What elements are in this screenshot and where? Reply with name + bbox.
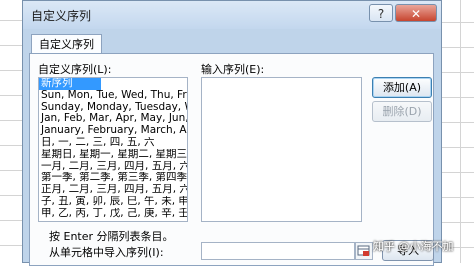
list-item[interactable]: Sunday, Monday, Tuesday, Wednesday [39,102,187,114]
import-range-label: 从单元格中导入序列(I): [49,246,164,259]
list-item[interactable]: Jan, Feb, Mar, Apr, May, Jun, Jul [39,113,187,125]
spreadsheet-left-strip [0,0,22,263]
tab-panel: 自定义序列(L): 新序列 Sun, Mon, Tue, Wed, Thu, F… [29,53,434,266]
add-button[interactable]: 添加(A) [372,77,432,98]
close-button[interactable]: ✕ [395,4,437,22]
list-item[interactable]: 新序列 [39,78,101,90]
help-button[interactable]: ? [369,4,393,22]
delete-button[interactable]: 删除(D) [372,101,432,122]
custom-lists-dialog: 自定义序列 ? ✕ 自定义序列 自定义序列(L): 新序列 Sun, Mon, … [22,0,442,266]
watermark-text: 知乎 @小海不加 [373,240,454,253]
list-item[interactable]: Sun, Mon, Tue, Wed, Thu, Fri, Sat [39,90,187,102]
list-entries-textarea[interactable] [201,77,362,222]
import-range-input[interactable] [201,242,355,260]
list-item[interactable]: 甲, 乙, 丙, 丁, 戊, 己, 庚, 辛, 壬, 癸 [39,208,187,220]
custom-list-label: 自定义序列(L): [38,63,112,76]
list-item[interactable]: 日, 一, 二, 三, 四, 五, 六 [39,137,187,149]
enter-hint: 按 Enter 分隔列表条目。 [49,230,174,243]
dialog-titlebar[interactable]: 自定义序列 ? ✕ [23,1,441,29]
list-item[interactable]: 正月, 二月, 三月, 四月, 五月, 六月 [39,184,187,196]
range-picker-icon[interactable] [355,242,373,260]
list-item[interactable]: 子, 丑, 寅, 卯, 辰, 巳, 午, 未, 申, 酉 [39,196,187,208]
list-item[interactable]: 一月, 二月, 三月, 四月, 五月, 六月 [39,161,187,173]
list-item[interactable]: January, February, March, April [39,125,187,137]
spreadsheet-right-strip [442,0,474,263]
tab-custom-lists[interactable]: 自定义序列 [31,34,102,54]
custom-list-box[interactable]: 新序列 Sun, Mon, Tue, Wed, Thu, Fri, Sat Su… [38,77,188,222]
list-item[interactable]: 星期日, 星期一, 星期二, 星期三, 星 [39,149,187,161]
list-item[interactable]: 第一季, 第二季, 第三季, 第四季 [39,172,187,184]
dialog-title: 自定义序列 [31,9,92,23]
title-controls: ? ✕ [369,4,437,22]
entries-label: 输入序列(E): [201,63,265,76]
